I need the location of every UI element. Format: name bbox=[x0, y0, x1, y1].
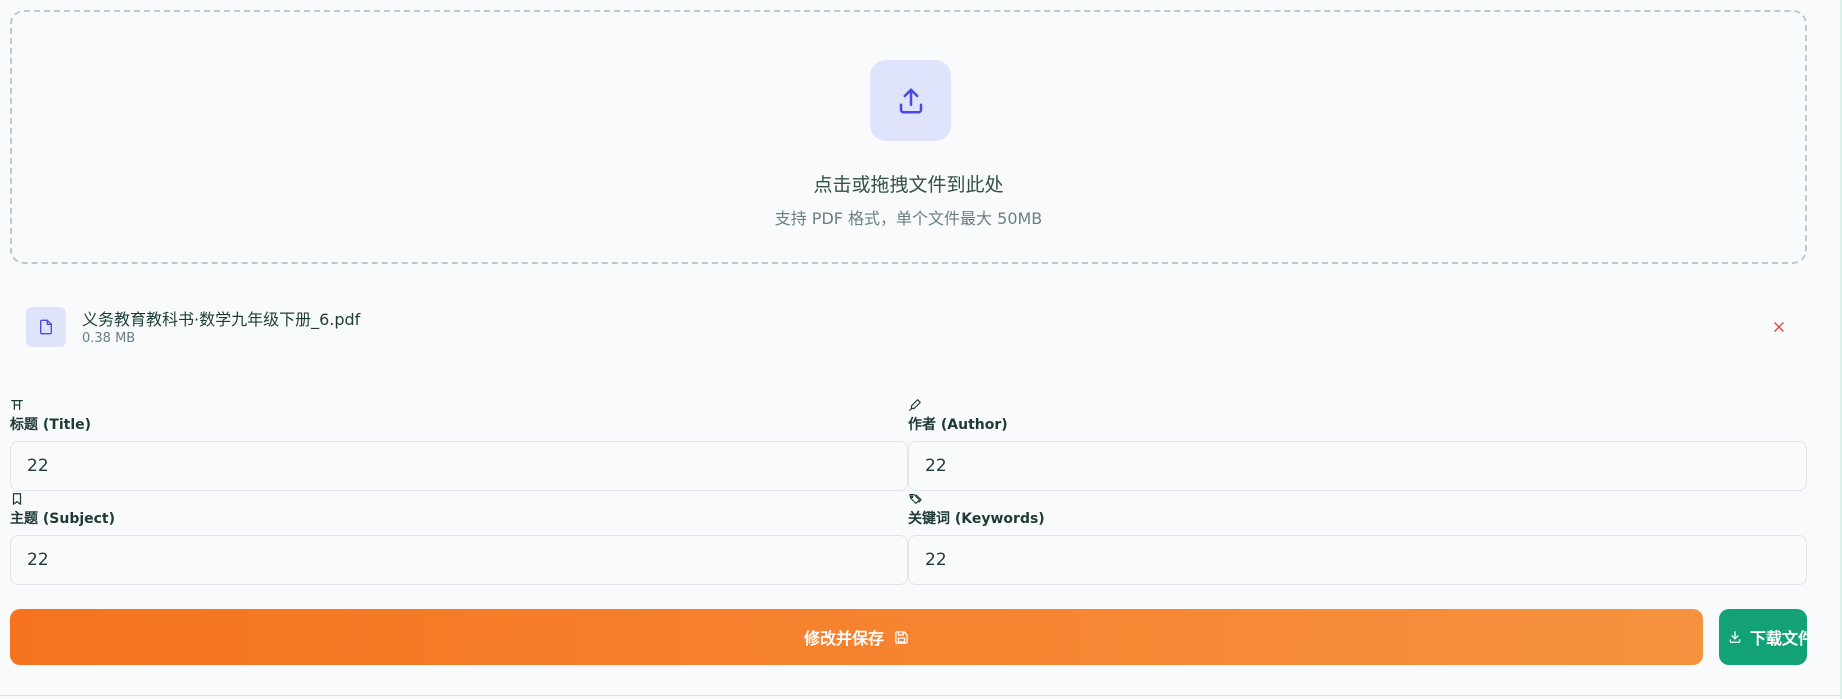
pdf-metadata-editor: 点击或拖拽文件到此处 支持 PDF 格式，单个文件最大 50MB 义务教育教科书… bbox=[0, 0, 1842, 699]
subject-input[interactable] bbox=[10, 535, 908, 585]
tags-icon bbox=[908, 492, 924, 508]
bookmark-icon bbox=[10, 492, 26, 508]
file-name: 义务教育教科书·数学九年级下册_6.pdf bbox=[82, 310, 361, 329]
close-icon bbox=[1774, 322, 1784, 332]
author-input[interactable] bbox=[908, 441, 1807, 491]
heading-icon bbox=[10, 398, 26, 414]
selected-file-item: 义务教育教科书·数学九年级下册_6.pdf 0.38 MB bbox=[10, 290, 1807, 364]
upload-icon-badge bbox=[870, 60, 951, 141]
keywords-input[interactable] bbox=[908, 535, 1807, 585]
bottom-border bbox=[0, 695, 1842, 696]
file-icon bbox=[40, 319, 52, 335]
remove-file-button[interactable] bbox=[1767, 315, 1791, 339]
file-icon-badge bbox=[26, 307, 66, 347]
dropzone-hint: 支持 PDF 格式，单个文件最大 50MB bbox=[774, 209, 1043, 228]
author-label: 作者 (Author) bbox=[908, 417, 1008, 433]
file-size: 0.38 MB bbox=[82, 331, 136, 346]
save-icon bbox=[895, 630, 908, 644]
dropzone-title: 点击或拖拽文件到此处 bbox=[813, 174, 1004, 196]
download-icon bbox=[1729, 631, 1741, 643]
keywords-label: 关键词 (Keywords) bbox=[908, 511, 1045, 527]
title-label: 标题 (Title) bbox=[10, 417, 92, 433]
download-button[interactable]: 下载文件 bbox=[1719, 609, 1807, 665]
title-input[interactable] bbox=[10, 441, 908, 491]
pen-icon bbox=[908, 398, 924, 414]
upload-icon bbox=[899, 88, 922, 113]
save-button-label: 修改并保存 bbox=[803, 629, 884, 648]
subject-label: 主题 (Subject) bbox=[10, 511, 116, 527]
upload-dropzone[interactable]: 点击或拖拽文件到此处 支持 PDF 格式，单个文件最大 50MB bbox=[10, 10, 1807, 264]
download-button-label: 下载文件 bbox=[1750, 629, 1807, 648]
save-button[interactable]: 修改并保存 bbox=[10, 609, 1703, 665]
